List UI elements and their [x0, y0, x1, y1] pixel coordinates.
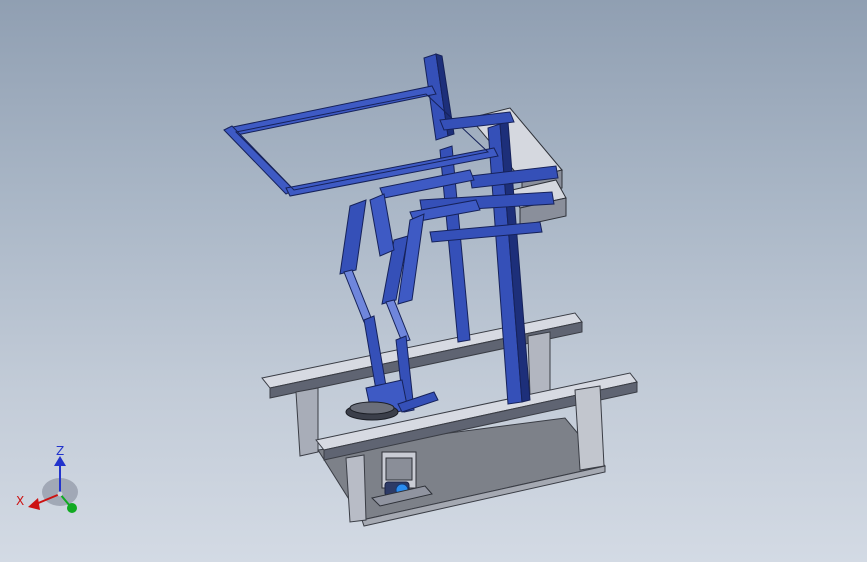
- triad-origin: [57, 491, 63, 497]
- top-frame-back-bar: [227, 85, 437, 137]
- drive-mount: [385, 457, 413, 481]
- base-support-back-right: [527, 331, 551, 397]
- y-axis-arrow: [67, 503, 77, 513]
- top-frame-left-bar: [223, 125, 295, 195]
- model-view[interactable]: [0, 0, 867, 562]
- x-axis-label: X: [16, 494, 25, 508]
- base-support-back-left: [295, 387, 319, 457]
- base-support-front-right: [574, 385, 605, 471]
- z-axis-label: Z: [56, 444, 65, 458]
- base-support-front-left: [345, 454, 367, 523]
- actuator-left-body: [339, 199, 367, 275]
- actuator-left-rod: [343, 269, 373, 323]
- axis-triad: [28, 456, 78, 513]
- linkage-left-thigh: [369, 193, 395, 257]
- cad-viewport[interactable]: Z X: [0, 0, 867, 562]
- foot-turntable-top: [349, 401, 395, 415]
- x-axis-arrow: [28, 498, 40, 510]
